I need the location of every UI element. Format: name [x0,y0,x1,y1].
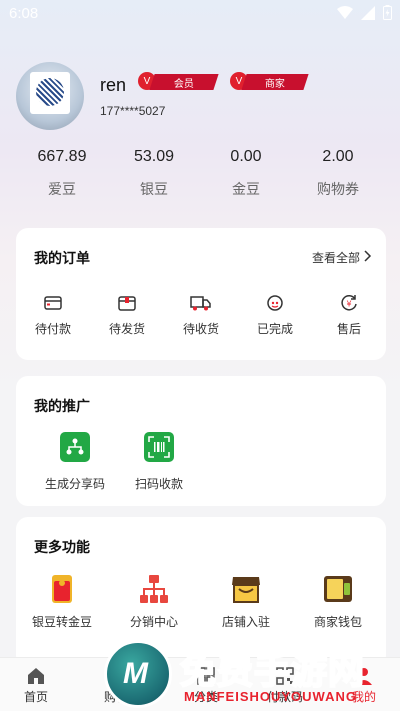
stat-yindou[interactable]: 53.09 银豆 [108,148,200,202]
after-sale-icon: ¥ [341,295,357,311]
home-icon [28,668,44,684]
promotion-title: 我的推广 [34,398,90,414]
order-completed[interactable]: 已完成 [238,294,312,337]
card-icon [44,296,62,310]
share-tree-icon [60,432,90,462]
orders-card: 我的订单 查看全部 待付款 待发货 待收货 已完成 ¥ 售后 [16,228,386,360]
status-bar: 6:08 [0,0,400,28]
orders-title: 我的订单 [34,250,90,266]
watermark-subtitle: MANFEISHOUYOUWANG [184,689,357,704]
distribution-center[interactable]: 分销中心 [108,573,200,630]
promotion-card: 我的推广 生成分享码 扫码收款 [16,376,386,506]
stat-jindou[interactable]: 0.00 金豆 [200,148,292,202]
avatar[interactable] [16,62,84,130]
red-envelope-icon [52,575,72,603]
watermark: M 免费手游网 MANFEISHOUYOUWANG [104,640,400,711]
order-after-sale[interactable]: ¥ 售后 [312,294,386,337]
truck-icon [190,296,211,311]
stat-coupon[interactable]: 2.00 购物券 [292,148,384,202]
merchant-wallet[interactable]: 商家钱包 [292,573,384,630]
member-badge: 会员 [149,74,219,90]
merchant-badge: 商家 [241,74,309,90]
shop-settle-in[interactable]: 店铺入驻 [200,573,292,630]
watermark-logo: M [104,640,172,708]
phone-number: 177****5027 [100,104,166,118]
status-icons [337,5,392,20]
scan-barcode-icon [144,432,174,462]
tab-home[interactable]: 首页 [0,666,76,705]
watermark-title: 免费手游网 [179,650,366,693]
box-icon [118,296,136,311]
generate-share-code[interactable]: 生成分享码 [30,432,120,492]
balance-stats: 667.89 爱豆 53.09 银豆 0.00 金豆 2.00 购物券 [16,148,384,202]
org-chart-icon [140,575,168,603]
view-all-orders-link[interactable]: 查看全部 [312,249,360,266]
order-pending-receipt[interactable]: 待收货 [164,294,238,337]
stat-aidou[interactable]: 667.89 爱豆 [16,148,108,202]
wallet-icon [324,576,352,602]
profile-header: ren V 会员 V 商家 177****5027 [16,62,386,132]
scan-to-receive[interactable]: 扫码收款 [114,432,204,492]
order-pending-shipment[interactable]: 待发货 [90,294,164,337]
signal-icon [361,5,375,20]
order-pending-payment[interactable]: 待付款 [16,294,90,337]
wifi-icon [337,5,353,19]
chevron-right-icon[interactable] [364,250,372,262]
completed-icon [267,295,283,311]
more-title: 更多功能 [34,539,90,555]
silver-to-gold[interactable]: 银豆转金豆 [16,573,108,630]
shop-icon [232,577,260,603]
username: ren [100,75,127,95]
battery-icon [383,5,392,20]
svg-text:¥: ¥ [346,300,351,309]
status-time: 6:08 [9,5,39,22]
